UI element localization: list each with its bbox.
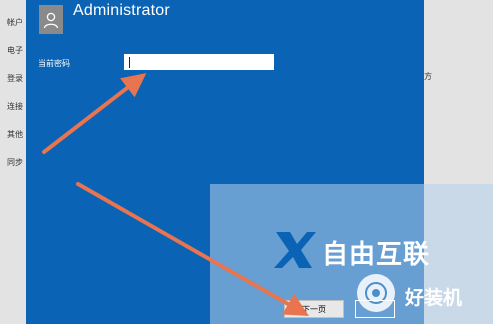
x-logo-icon xyxy=(272,230,318,274)
dialog-title: Administrator xyxy=(73,2,170,19)
bg-item-other: 其他 xyxy=(7,130,23,139)
text-cursor xyxy=(129,57,130,68)
user-icon xyxy=(39,5,63,34)
current-password-label: 当前密码 xyxy=(38,59,70,68)
bg-item-signin: 登录 xyxy=(7,74,23,83)
cancel-button[interactable] xyxy=(355,300,395,318)
bg-item-connect: 连接 xyxy=(7,102,23,111)
bg-side-text: 方 xyxy=(424,72,432,81)
current-password-input[interactable] xyxy=(124,54,274,70)
watermark-brand-text: 自由互联 xyxy=(322,240,431,270)
bg-item-email: 电子 xyxy=(7,46,23,55)
next-button[interactable]: 下一页 xyxy=(284,300,344,318)
bg-item-accounts: 帐户 xyxy=(7,18,23,27)
watermark-brand-text-2: 好装机 xyxy=(405,287,463,309)
bg-item-sync: 同步 xyxy=(7,158,23,167)
